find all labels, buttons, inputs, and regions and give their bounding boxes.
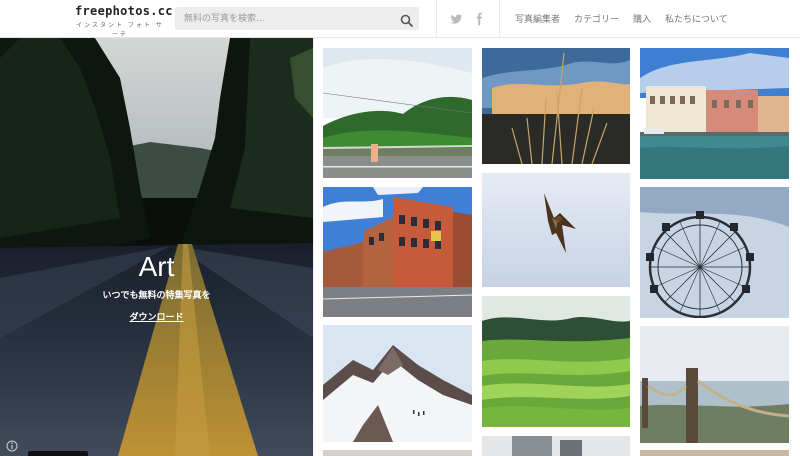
- gallery-divider: [313, 38, 314, 456]
- info-icon[interactable]: [6, 437, 18, 452]
- main-nav: 写真編集者 カテゴリー 購入 私たちについて: [515, 12, 742, 25]
- nav-categories[interactable]: カテゴリー: [574, 12, 619, 25]
- search-icon[interactable]: [400, 12, 413, 27]
- hero-road-image: [0, 38, 313, 456]
- gallery-photo-grass[interactable]: [482, 48, 630, 164]
- gallery-photo-partial[interactable]: [323, 450, 472, 456]
- twitter-icon[interactable]: [449, 11, 463, 25]
- search-box: [175, 7, 419, 30]
- gallery-photo-terraces[interactable]: [482, 296, 630, 427]
- nav-buy[interactable]: 購入: [633, 12, 651, 25]
- header-divider: [499, 0, 500, 38]
- gallery-photo-mountain[interactable]: [323, 325, 472, 442]
- nav-about[interactable]: 私たちについて: [665, 12, 728, 25]
- gallery-photo-eagle[interactable]: [482, 173, 630, 287]
- hero-caption-bar: [28, 451, 88, 456]
- gallery-photo-ferris-wheel[interactable]: [640, 187, 789, 318]
- gallery-photo-hills[interactable]: [323, 48, 472, 178]
- gallery-photo-partial[interactable]: [482, 436, 630, 456]
- search-input[interactable]: [175, 7, 390, 30]
- site-logo[interactable]: freephotos.cc インスタント フォト サーチ: [75, 4, 173, 38]
- nav-photo-editor[interactable]: 写真編集者: [515, 12, 560, 25]
- gallery-photo-street[interactable]: [323, 187, 472, 317]
- site-header: freephotos.cc インスタント フォト サーチ 写真編集者 カテゴリー…: [0, 0, 800, 38]
- gallery-photo-partial[interactable]: [640, 450, 789, 456]
- hero-title: Art: [138, 251, 175, 282]
- gallery-photo-fence[interactable]: [640, 326, 789, 443]
- download-link[interactable]: ダウンロード: [129, 313, 183, 323]
- gallery-photo-venice[interactable]: [640, 48, 789, 179]
- header-divider: [436, 0, 437, 38]
- hero-subtitle: いつでも無料の特集写真を: [102, 291, 211, 301]
- facebook-icon[interactable]: [472, 11, 486, 26]
- logo-subtitle: インスタント フォト サーチ: [76, 22, 164, 38]
- hero-panel: Art いつでも無料の特集写真を ダウンロード: [0, 38, 313, 456]
- logo-title: freephotos.cc: [75, 4, 173, 18]
